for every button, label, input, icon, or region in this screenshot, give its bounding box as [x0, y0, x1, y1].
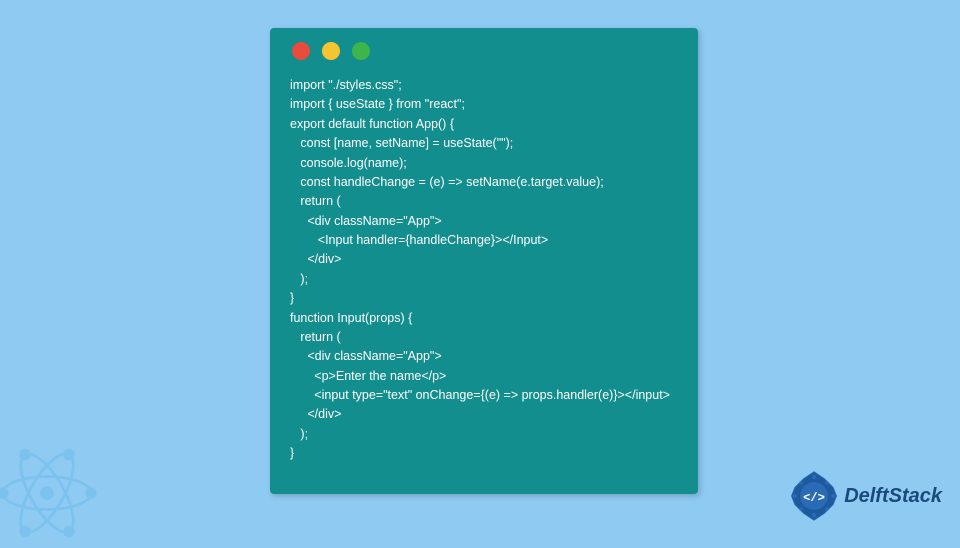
close-traffic-light: [292, 42, 310, 60]
brand-logo: </> DelftStack: [788, 470, 942, 522]
traffic-lights: [270, 28, 698, 68]
code-block: import "./styles.css"; import { useState…: [270, 68, 698, 476]
brand-name: DelftStack: [844, 485, 942, 508]
atom-decoration-icon: [0, 438, 102, 548]
minimize-traffic-light: [322, 42, 340, 60]
svg-text:</>: </>: [803, 491, 825, 505]
code-window: import "./styles.css"; import { useState…: [270, 28, 698, 494]
brand-badge-icon: </>: [788, 470, 840, 522]
maximize-traffic-light: [352, 42, 370, 60]
